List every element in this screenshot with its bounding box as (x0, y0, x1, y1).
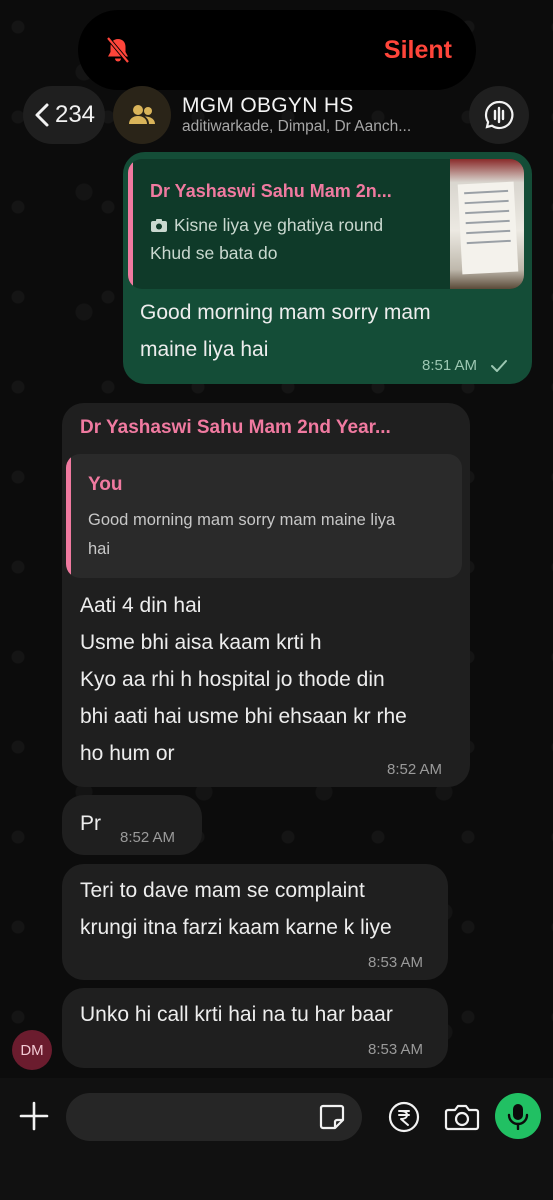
camera-small-icon (151, 219, 167, 232)
message-line: Aati 4 din hai (80, 594, 202, 617)
message-time: 8:52 AM (120, 829, 176, 846)
unread-count: 234 (54, 101, 96, 128)
chat-header: 234 MGM OBGYN HS aditiwarkade, Dimpal, D… (0, 86, 553, 146)
message-line: Teri to dave mam se complaint (80, 879, 365, 902)
group-icon (129, 105, 155, 124)
voice-chat-icon (484, 100, 514, 130)
quoted-text-1: Kisne liya ye ghatiya round (174, 215, 384, 235)
sender-avatar[interactable]: DM (12, 1030, 52, 1070)
rupee-icon[interactable] (388, 1101, 420, 1133)
sticker-icon[interactable] (318, 1103, 346, 1131)
back-button[interactable]: 234 (23, 86, 105, 144)
message-line: maine liya hai (140, 338, 269, 361)
quoted-message[interactable]: Dr Yashaswi Sahu Mam 2n... Kisne liya ye… (128, 159, 524, 289)
quoted-photo-thumbnail[interactable] (450, 159, 524, 289)
chat-title[interactable]: MGM OBGYN HS (182, 94, 354, 118)
message-line: Pr (80, 812, 101, 835)
message-line: Kyo aa rhi h hospital jo thode din (80, 668, 385, 691)
message-time: 8:53 AM (368, 954, 424, 971)
photo-document (457, 181, 519, 275)
quoted-text-line: Good morning mam sorry mam maine liya (88, 511, 396, 529)
message-time: 8:51 AM (422, 357, 478, 374)
quoted-text-line: Kisne liya ye ghatiya round (150, 215, 383, 236)
message-sender[interactable]: Dr Yashaswi Sahu Mam 2nd Year... (80, 417, 391, 439)
silent-label: Silent (383, 35, 452, 64)
bell-slash-icon (102, 34, 134, 66)
message-line: Unko hi call krti hai na tu har baar (80, 1003, 393, 1026)
quoted-text-line: hai (88, 540, 111, 558)
sent-check-icon (491, 360, 507, 372)
camera-icon[interactable] (444, 1101, 480, 1133)
chat-members[interactable]: aditiwarkade, Dimpal, Dr Aanch... (182, 118, 452, 136)
message-line: Usme bhi aisa kaam krti h (80, 631, 322, 654)
message-line: bhi aati hai usme bhi ehsaan kr rhe (80, 705, 407, 728)
mic-icon (507, 1104, 529, 1130)
chevron-left-icon (35, 103, 49, 127)
quoted-message[interactable]: You Good morning mam sorry mam maine liy… (66, 454, 462, 578)
quoted-sender: You (88, 474, 123, 495)
quoted-sender: Dr Yashaswi Sahu Mam 2n... (150, 181, 392, 201)
quoted-text: Good morning mam sorry mam maine liya ha… (88, 506, 448, 564)
silent-mode-indicator: Silent (78, 10, 476, 90)
mic-button[interactable] (495, 1093, 541, 1139)
quoted-text-2: Khud se bata do (150, 243, 278, 263)
plus-icon[interactable] (18, 1100, 50, 1132)
message-time: 8:52 AM (387, 761, 443, 778)
quote-accent-bar (66, 454, 71, 578)
voice-chat-button[interactable] (469, 86, 529, 144)
quote-accent-bar (128, 159, 133, 289)
message-line: krungi itna farzi kaam karne k liye (80, 916, 392, 939)
message-time: 8:53 AM (368, 1041, 424, 1058)
group-avatar[interactable] (113, 86, 171, 144)
message-line: Good morning mam sorry mam (140, 301, 431, 324)
message-line: ho hum or (80, 742, 175, 765)
